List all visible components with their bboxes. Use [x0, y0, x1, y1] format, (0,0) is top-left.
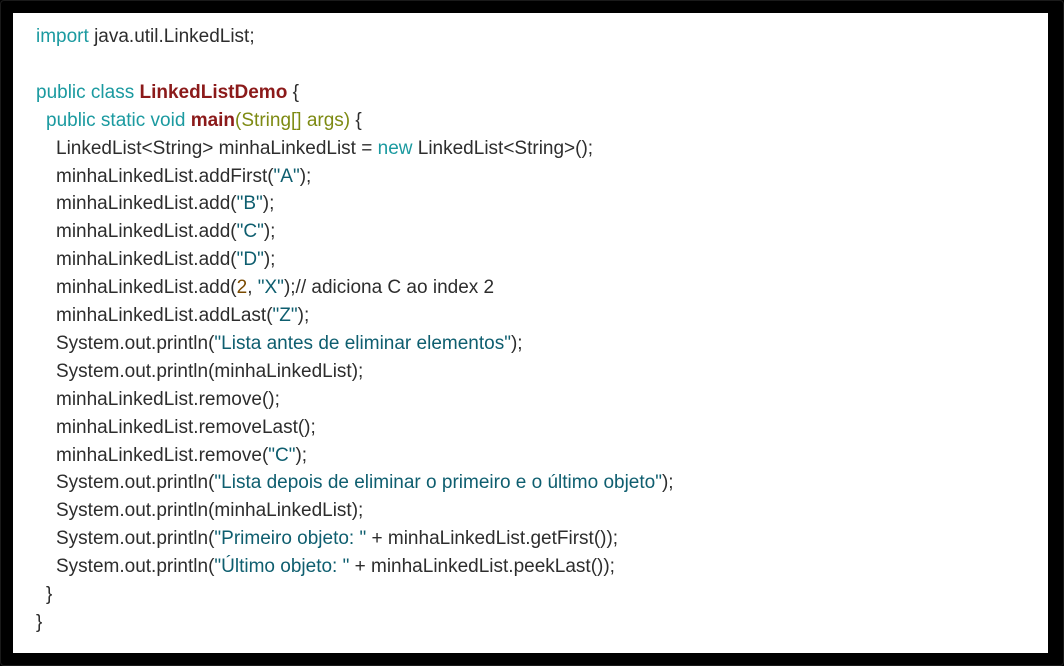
code-token-plain: minhaLinkedList.add(: [56, 249, 237, 271]
code-line: public class LinkedListDemo {: [36, 80, 299, 106]
code-token-plain: + minhaLinkedList.peekLast());: [349, 556, 615, 578]
code-token-kw: public static void: [46, 109, 191, 131]
code-token-str: "X": [257, 277, 284, 299]
code-token-plain: minhaLinkedList.add(: [56, 277, 237, 299]
code-line: System.out.println(minhaLinkedList);: [56, 359, 363, 385]
code-token-str: "Lista depois de eliminar o primeiro e o…: [214, 472, 662, 494]
code-line: import java.util.LinkedList;: [36, 24, 255, 50]
code-token-plain: minhaLinkedList.addFirst(: [56, 165, 274, 187]
code-token-num: 2: [236, 277, 248, 299]
code-token-type: (String[] args): [235, 109, 351, 131]
code-token-str: "D": [236, 249, 264, 271]
code-line: minhaLinkedList.removeLast();: [56, 415, 316, 441]
code-token-kw: new: [377, 137, 413, 159]
code-line: }: [36, 610, 42, 636]
code-token-plain: System.out.println(: [56, 472, 215, 494]
code-token-plain: System.out.println(: [56, 528, 215, 550]
code-token-fn: main: [190, 109, 236, 131]
code-token-plain: minhaLinkedList.add(: [56, 221, 237, 243]
code-line: minhaLinkedList.add("C");: [56, 219, 275, 245]
code-panel: import java.util.LinkedList; public class…: [13, 13, 1048, 653]
code-token-plain: System.out.println(: [56, 332, 215, 354]
code-token-plain: );: [263, 249, 276, 271]
code-line: minhaLinkedList.add("B");: [56, 191, 274, 217]
code-token-kw: import: [36, 26, 89, 47]
code-token-plain: {: [287, 81, 299, 103]
code-token-plain: );: [299, 165, 312, 187]
code-line: System.out.println(minhaLinkedList);: [56, 498, 363, 524]
code-token-plain: + minhaLinkedList.getFirst());: [366, 528, 619, 550]
code-line: }: [46, 582, 52, 608]
code-token-str: "C": [268, 444, 296, 466]
code-token-plain: );: [661, 472, 674, 494]
code-line: System.out.println("Lista antes de elimi…: [56, 331, 523, 357]
code-line: System.out.println("Lista depois de elim…: [56, 470, 674, 496]
code-token-str: "B": [236, 193, 263, 215]
code-token-plain: minhaLinkedList.remove(: [56, 444, 269, 466]
code-token-str: "A": [273, 165, 300, 187]
code-token-plain: );: [295, 444, 308, 466]
code-token-plain: java.util.LinkedList;: [88, 26, 255, 47]
code-token-str: "Primeiro objeto: ": [214, 528, 367, 550]
code-token-plain: LinkedList<String>();: [412, 137, 594, 159]
code-token-str: "Último objeto: ": [214, 556, 350, 578]
code-token-plain: minhaLinkedList.add(: [56, 193, 237, 215]
code-token-kw: public class: [36, 81, 140, 103]
code-line: minhaLinkedList.remove("C");: [56, 443, 307, 469]
code-token-str: "C": [236, 221, 264, 243]
code-token-plain: System.out.println(minhaLinkedList);: [56, 360, 364, 382]
code-line: LinkedList<String> minhaLinkedList = new…: [56, 136, 593, 162]
code-line: System.out.println("Primeiro objeto: " +…: [56, 526, 618, 552]
code-token-plain: ,: [247, 277, 258, 299]
code-line: System.out.println("Último objeto: " + m…: [56, 554, 615, 580]
code-line: minhaLinkedList.addLast("Z");: [56, 303, 309, 329]
code-token-plain: minhaLinkedList.removeLast();: [56, 416, 316, 438]
code-token-plain: minhaLinkedList.addLast(: [56, 305, 273, 326]
code-token-cls: LinkedListDemo: [139, 81, 288, 103]
screen-frame: import java.util.LinkedList; public class…: [0, 0, 1064, 666]
code-line: minhaLinkedList.remove();: [56, 387, 280, 413]
code-token-plain: System.out.println(: [56, 556, 215, 578]
code-line: minhaLinkedList.addFirst("A");: [56, 164, 311, 190]
code-token-plain: );// adiciona C ao index 2: [283, 277, 495, 299]
code-token-plain: );: [262, 193, 275, 215]
code-token-plain: );: [263, 221, 276, 243]
code-line: minhaLinkedList.add(2, "X");// adiciona …: [56, 275, 494, 301]
code-token-plain: );: [510, 332, 523, 354]
code-line: minhaLinkedList.add("D");: [56, 247, 275, 273]
code-token-str: "Lista antes de eliminar elementos": [214, 332, 511, 354]
code-line: public static void main(String[] args) {: [46, 108, 362, 134]
code-token-plain: {: [350, 109, 362, 131]
code-token-plain: );: [297, 305, 310, 326]
code-token-str: "Z": [272, 305, 298, 326]
code-token-plain: LinkedList<String> minhaLinkedList =: [56, 137, 378, 159]
code-token-plain: minhaLinkedList.remove();: [56, 388, 280, 410]
code-token-plain: System.out.println(minhaLinkedList);: [56, 500, 364, 522]
code-token-plain: }: [46, 584, 53, 605]
code-token-plain: }: [36, 611, 43, 633]
